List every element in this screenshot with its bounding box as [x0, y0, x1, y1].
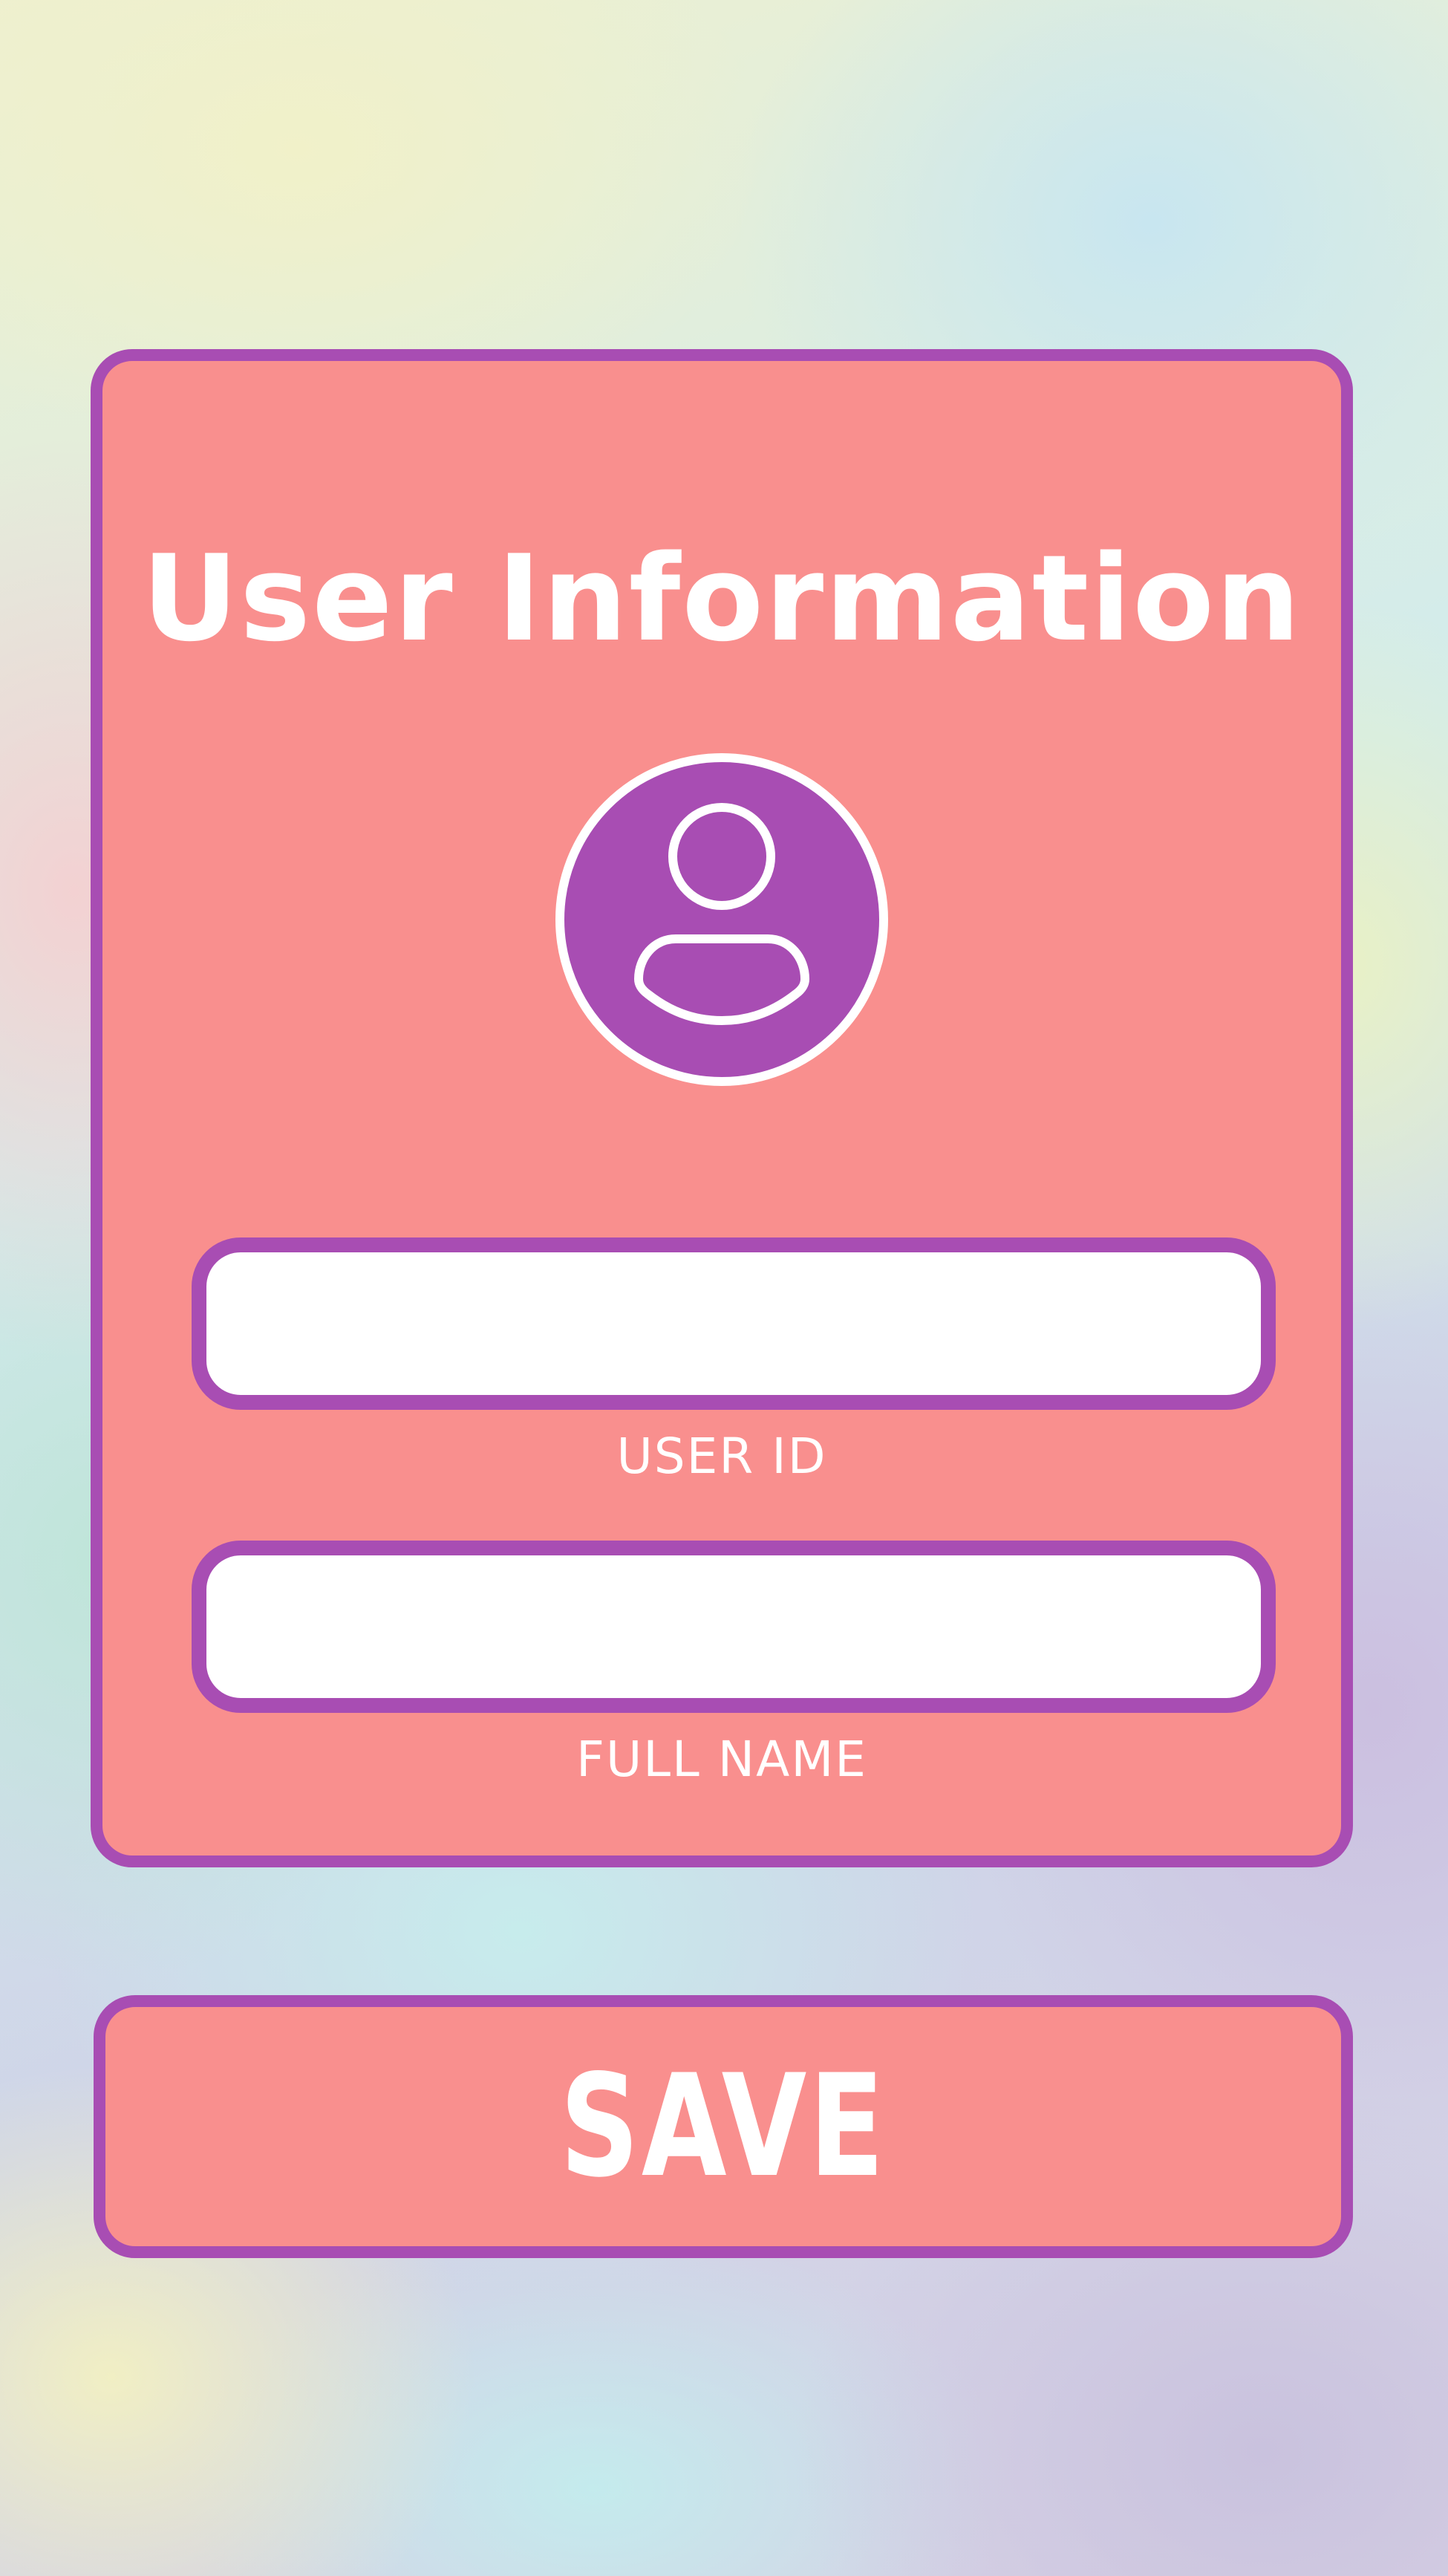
page-title: User Information — [142, 529, 1302, 668]
user-id-input[interactable] — [236, 1252, 1231, 1395]
avatar-svg — [555, 753, 888, 1086]
full-name-field[interactable] — [192, 1541, 1276, 1713]
save-button-label: SAVE — [560, 2044, 887, 2208]
user-information-card: User Information USER ID FULL NAME — [91, 349, 1353, 1867]
full-name-input[interactable] — [236, 1555, 1231, 1698]
save-button[interactable]: SAVE — [94, 1995, 1353, 2258]
user-id-label: USER ID — [616, 1428, 827, 1485]
full-name-label: FULL NAME — [576, 1731, 867, 1788]
user-avatar-icon — [551, 749, 893, 1090]
user-id-field[interactable] — [192, 1237, 1276, 1410]
